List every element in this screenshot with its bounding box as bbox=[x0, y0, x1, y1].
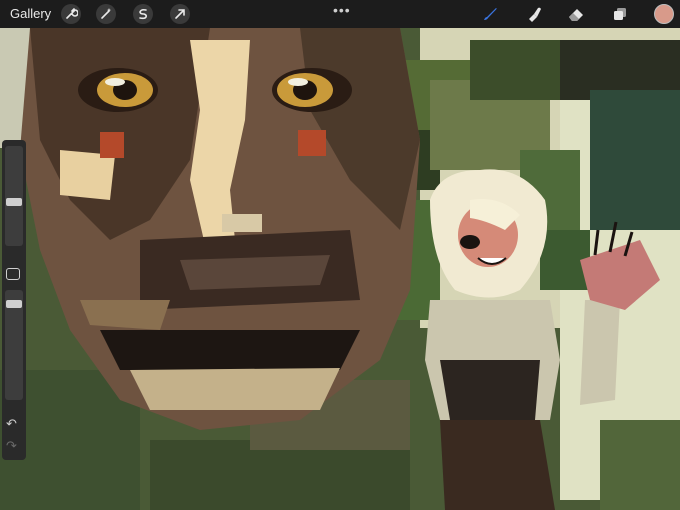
modify-button[interactable] bbox=[6, 268, 20, 280]
opacity-slider[interactable] bbox=[5, 290, 23, 400]
opacity-thumb[interactable] bbox=[6, 300, 22, 308]
brush-size-thumb[interactable] bbox=[6, 198, 22, 206]
redo-button[interactable]: ↷ bbox=[6, 438, 17, 454]
toolbar: Gallery ••• bbox=[0, 0, 680, 28]
brush-size-slider[interactable] bbox=[5, 146, 23, 246]
drawing-canvas[interactable] bbox=[0, 0, 680, 510]
smudge-icon[interactable] bbox=[524, 4, 544, 24]
gallery-button[interactable]: Gallery bbox=[10, 6, 51, 21]
undo-button[interactable]: ↶ bbox=[6, 416, 17, 432]
more-options-button[interactable]: ••• bbox=[333, 2, 351, 18]
eraser-icon[interactable] bbox=[566, 4, 586, 24]
selection-icon[interactable] bbox=[133, 4, 153, 24]
magic-wand-icon[interactable] bbox=[96, 4, 116, 24]
brush-icon[interactable] bbox=[480, 4, 500, 24]
wrench-icon[interactable] bbox=[61, 4, 81, 24]
sidebar: ↶ ↷ bbox=[2, 140, 26, 460]
layers-icon[interactable] bbox=[610, 4, 630, 24]
transform-arrow-icon[interactable] bbox=[170, 4, 190, 24]
artwork bbox=[0, 0, 680, 510]
color-swatch[interactable] bbox=[654, 4, 674, 24]
